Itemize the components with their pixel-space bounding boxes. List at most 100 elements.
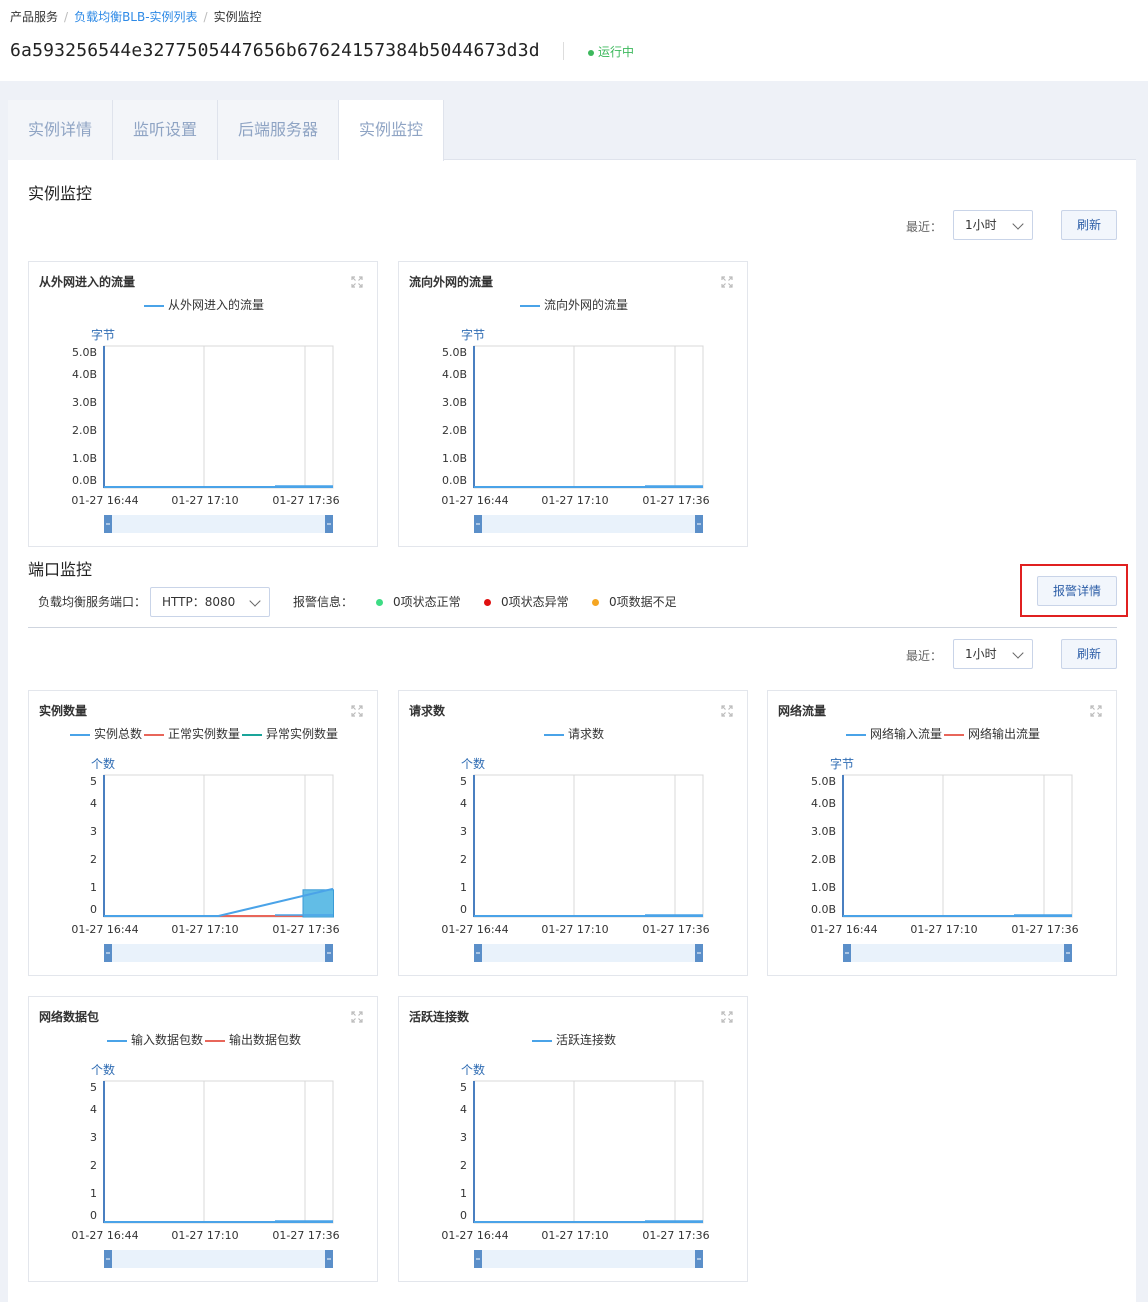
- plot-frame: [842, 774, 1073, 918]
- x-tick-label: 01-27 17:36: [642, 1229, 709, 1242]
- zoom-slider-track[interactable]: [108, 1250, 330, 1268]
- x-tick-label: 01-27 16:44: [441, 923, 508, 936]
- port-label: 负载均衡服务端口：: [38, 595, 147, 609]
- x-tick-label: 01-27 16:44: [71, 923, 138, 936]
- chevron-down-icon: [1012, 218, 1024, 230]
- chart-card: 请求数 请求数 个数 5 4 3 2 1 0 01-27 16:44 01-27 17:10 01-2…: [398, 690, 748, 976]
- y-tick-label: 4.0B: [442, 368, 467, 381]
- alarm-detail-button[interactable]: 报警详情: [1037, 576, 1117, 606]
- zoom-slider-track[interactable]: [108, 944, 330, 962]
- y-tick-label: 2: [90, 853, 97, 866]
- y-tick-label: 3.0B: [811, 825, 836, 838]
- alarm-ok: 0项状态正常: [376, 593, 461, 610]
- x-tick-label: 01-27 16:44: [71, 1229, 138, 1242]
- port-monitor-title: 端口监控: [28, 560, 93, 579]
- port-time-range-select[interactable]: 1小时: [953, 639, 1033, 669]
- y-tick-label: 5.0B: [72, 346, 97, 359]
- breadcrumb-separator: /: [203, 10, 208, 24]
- chart-plot: 5 4 3 2 1 0 01-27 16:44 01-27 17:10 01-27 17:36: [441, 1080, 710, 1268]
- y-tick-label: 1.0B: [72, 452, 97, 465]
- tab-instance-monitor[interactable]: 实例监控: [339, 100, 444, 161]
- y-tick-label: 2: [460, 853, 467, 866]
- y-tick-label: 4.0B: [72, 368, 97, 381]
- tab-bar: 实例详情 监听设置 后端服务器 实例监控: [8, 100, 1136, 161]
- plot-frame: [473, 1080, 704, 1224]
- y-tick-label: 5: [90, 1081, 97, 1094]
- recent-label: 最近：: [906, 220, 943, 234]
- x-tick-label: 01-27 17:10: [541, 1229, 608, 1242]
- chart-plot: 5 4 3 2 1 0 01-27 16:44 01-27 17:10 01-27 17:36: [71, 1080, 340, 1268]
- zoom-slider-track[interactable]: [478, 1250, 700, 1268]
- y-tick-label: 0.0B: [442, 474, 467, 487]
- chevron-down-icon: [1012, 647, 1024, 659]
- y-tick-label: 4: [460, 1103, 467, 1116]
- alarm-insufficient: 0项数据不足: [592, 593, 677, 610]
- y-tick-label: 0: [90, 1209, 97, 1222]
- x-tick-label: 01-27 17:10: [171, 1229, 238, 1242]
- port-time-range-value: 1小时: [965, 647, 997, 661]
- zoom-slider-track[interactable]: [108, 515, 330, 533]
- y-tick-label: 1: [90, 1187, 97, 1200]
- alarm-insufficient-text: 0项数据不足: [609, 595, 677, 609]
- y-tick-label: 1.0B: [811, 881, 836, 894]
- alarm-error: 0项状态异常: [484, 593, 569, 610]
- tab-instance-detail[interactable]: 实例详情: [8, 100, 113, 160]
- y-tick-label: 0.0B: [72, 474, 97, 487]
- chart-card: 从外网进入的流量 从外网进入的流量 字节 5.0B 4.0B 3.0B 2.0B 1.0B 0.…: [28, 261, 378, 547]
- y-tick-label: 2: [460, 1159, 467, 1172]
- chart-card: 活跃连接数 活跃连接数 个数 5 4 3 2 1 0 01-27 16:44 01-27 17:10…: [398, 996, 748, 1282]
- x-tick-label: 01-27 16:44: [441, 494, 508, 507]
- plot-frame: [473, 345, 704, 489]
- tab-backend-servers[interactable]: 后端服务器: [218, 100, 339, 160]
- zoom-slider-track[interactable]: [847, 944, 1069, 962]
- y-tick-label: 3.0B: [442, 396, 467, 409]
- alarm-error-text: 0项状态异常: [501, 595, 569, 609]
- port-select[interactable]: HTTP：8080: [150, 587, 270, 617]
- breadcrumb-separator: /: [64, 10, 69, 24]
- x-tick-label: 01-27 17:36: [642, 923, 709, 936]
- y-tick-label: 5: [460, 1081, 467, 1094]
- x-tick-label: 01-27 17:10: [541, 923, 608, 936]
- x-tick-label: 01-27 17:10: [910, 923, 977, 936]
- y-tick-label: 5: [460, 775, 467, 788]
- breadcrumb-root[interactable]: 产品服务: [10, 10, 58, 24]
- chart-card: 实例数量 实例总数 正常实例数量 异常实例数量 个数 5 4 3 2 1 0 01-27 16:44 0…: [28, 690, 378, 976]
- zoom-slider-track[interactable]: [478, 944, 700, 962]
- x-tick-label: 01-27 17:36: [272, 1229, 339, 1242]
- y-tick-label: 0: [90, 903, 97, 916]
- chart-plot: 5.0B 4.0B 3.0B 2.0B 1.0B 0.0B 01-27 16:44 01-27…: [71, 345, 340, 533]
- y-tick-label: 5: [90, 775, 97, 788]
- y-tick-label: 0: [460, 1209, 467, 1222]
- y-tick-label: 1.0B: [442, 452, 467, 465]
- y-tick-label: 3: [460, 1131, 467, 1144]
- time-range-select[interactable]: 1小时: [953, 210, 1033, 240]
- green-dot-icon: [376, 599, 383, 606]
- recent-label-port: 最近：: [906, 649, 943, 663]
- port-refresh-button[interactable]: 刷新: [1061, 639, 1117, 669]
- port-value: HTTP：8080: [162, 595, 236, 609]
- main-content: 实例详情 监听设置 后端服务器 实例监控 实例监控 最近： 1小时 刷新 端口监…: [8, 100, 1136, 1302]
- x-tick-label: 01-27 17:10: [541, 494, 608, 507]
- y-tick-label: 3: [460, 825, 467, 838]
- y-tick-label: 2.0B: [811, 853, 836, 866]
- plot-frame: [103, 345, 334, 489]
- x-tick-label: 01-27 17:10: [171, 494, 238, 507]
- chart-card: 网络流量 网络输入流量 网络输出流量 字节 5.0B 4.0B 3.0B 2.0B 1.0B 0.…: [767, 690, 1117, 976]
- status-dot-icon: [588, 49, 594, 56]
- chart-card: 网络数据包 输入数据包数 输出数据包数 个数 5 4 3 2 1 0 01-27 16:44 01-2…: [28, 996, 378, 1282]
- breadcrumb-list-link[interactable]: 负载均衡BLB-实例列表: [74, 10, 197, 24]
- y-tick-label: 4.0B: [811, 797, 836, 810]
- x-tick-label: 01-27 17:36: [642, 494, 709, 507]
- y-tick-label: 3.0B: [72, 396, 97, 409]
- y-tick-label: 1: [460, 1187, 467, 1200]
- tab-listener-settings[interactable]: 监听设置: [113, 100, 218, 160]
- refresh-button[interactable]: 刷新: [1061, 210, 1117, 240]
- orange-dot-icon: [592, 599, 599, 606]
- series-line: [104, 887, 334, 917]
- x-tick-label: 01-27 17:10: [171, 923, 238, 936]
- status-text: 运行中: [598, 45, 635, 59]
- y-tick-label: 4: [90, 1103, 97, 1116]
- zoom-slider-track[interactable]: [478, 515, 700, 533]
- y-tick-label: 1: [460, 881, 467, 894]
- y-tick-label: 1: [90, 881, 97, 894]
